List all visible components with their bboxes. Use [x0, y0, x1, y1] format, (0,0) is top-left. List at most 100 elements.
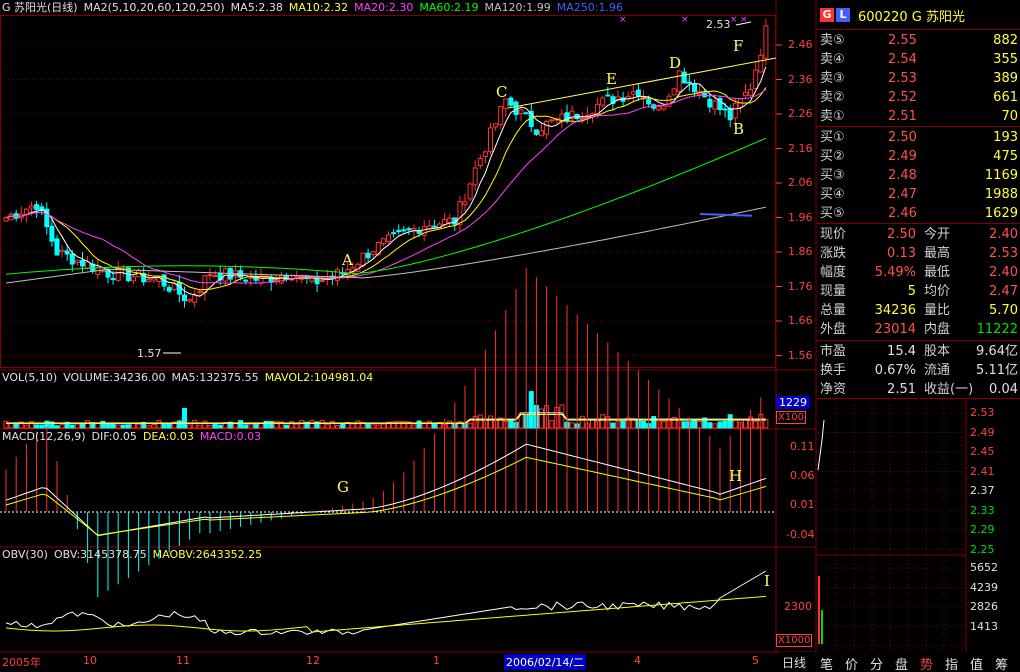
volume-bar — [539, 408, 544, 429]
bid-volume: 1169 — [984, 168, 1018, 183]
volume-bar — [131, 423, 136, 429]
obv-axis-unit: X1000 — [776, 634, 813, 647]
label-i: I — [764, 572, 770, 590]
volume-bar — [365, 423, 371, 429]
fund-value: 15.4 — [887, 344, 916, 359]
tab-6[interactable]: 值 — [970, 654, 983, 672]
ma20-value: MA20:2.30 — [354, 1, 414, 14]
tab-2[interactable]: 分 — [870, 654, 883, 672]
candle-body — [13, 213, 19, 219]
bid-row: 买③ 2.48 1169 — [820, 166, 1018, 185]
candle-body — [386, 234, 391, 243]
candle-body — [197, 290, 203, 294]
price-tick: 2.16 — [788, 141, 813, 155]
fund-label: 股本 — [924, 344, 951, 359]
volume-bar — [416, 420, 422, 429]
volume-bar — [590, 418, 595, 429]
vol-mavol2: MAVOL2:104981.04 — [264, 371, 374, 384]
candle-body — [630, 91, 636, 95]
volume-bar — [74, 423, 80, 429]
volume-bar — [161, 423, 167, 429]
candle-body — [335, 269, 340, 281]
candle-body — [498, 106, 504, 126]
stat-label: 均价 — [924, 284, 951, 299]
tab-7[interactable]: 筹 — [995, 654, 1008, 672]
volume-bar — [217, 424, 223, 429]
candle-body — [646, 99, 652, 105]
badge-l: L — [836, 8, 850, 22]
quote-title-bar: G L 600220 G 苏阳光 — [816, 0, 1020, 30]
intraday-volume-bar — [821, 610, 823, 644]
x-axis-label: 10 — [83, 654, 97, 667]
tab-1[interactable]: 价 — [845, 654, 858, 672]
stat-label: 今开 — [924, 227, 951, 242]
mini-price-tick: 2.29 — [970, 523, 995, 536]
macd-header: MACD(12,26,9) DIF:0.05 DEA:0.03 MACD:0.03 — [2, 430, 267, 444]
period-tab[interactable]: 日线 — [782, 654, 806, 671]
candle-body — [212, 274, 218, 277]
volume-bar — [309, 419, 315, 429]
candle-body — [692, 83, 697, 93]
ask-price: 2.54 — [888, 52, 917, 67]
candle-body — [360, 252, 366, 266]
volume-bar — [197, 424, 203, 429]
bid-volume: 1629 — [984, 206, 1018, 221]
label-b: B — [733, 120, 745, 138]
candle-body — [533, 129, 539, 135]
candle-body — [3, 217, 9, 222]
ask-volume: 355 — [993, 52, 1018, 67]
volume-bar — [600, 414, 606, 429]
stat-label: 现价 — [820, 227, 847, 242]
volume-bar — [3, 420, 9, 429]
candle-body — [753, 69, 759, 89]
candle-body — [523, 112, 529, 115]
divider — [816, 340, 1020, 341]
x-axis-label: 11 — [176, 654, 190, 667]
volume-bar — [125, 424, 131, 429]
stat-row: 外盘 23014 内盘 11222 — [820, 320, 1018, 339]
cursor-date: 2006/02/14/二 — [504, 654, 587, 670]
volume-bar — [447, 420, 453, 429]
volume-bar — [569, 422, 575, 429]
candle-body — [207, 274, 213, 277]
candle-body — [401, 229, 407, 232]
volume-bar — [319, 420, 325, 429]
mini-price-tick: 2.49 — [970, 425, 995, 439]
label-e: E — [606, 70, 617, 88]
candle-body — [518, 109, 524, 115]
ma5-value: MA5:2.38 — [230, 1, 283, 14]
fund-row: 市盈 15.4 股本 9.64亿 — [820, 342, 1018, 361]
macd-tick: 0.06 — [790, 469, 815, 482]
volume-bar — [263, 420, 269, 429]
tab-0[interactable]: 笔 — [820, 654, 833, 672]
candle-body — [748, 89, 754, 96]
stat-value: 2.40 — [989, 227, 1018, 242]
candle-body — [462, 201, 468, 206]
fund-value: 2.51 — [887, 382, 916, 397]
label-g: G — [337, 478, 349, 496]
tab-5[interactable]: 指 — [945, 654, 958, 672]
volume-bar — [243, 424, 249, 429]
ask-label: 卖① — [820, 109, 845, 124]
volume-bar — [110, 423, 116, 429]
volume-bar — [763, 418, 769, 429]
volume-bar — [59, 424, 65, 429]
volume-bar — [212, 422, 218, 429]
tab-4[interactable]: 势 — [920, 654, 933, 672]
ask-row: 卖⑤ 2.55 882 — [820, 31, 1018, 50]
label-h: H — [729, 467, 743, 485]
volume-bar — [732, 419, 738, 429]
fund-value: 0.67% — [874, 363, 916, 378]
volume-bar — [335, 425, 340, 429]
candle-body — [131, 276, 136, 282]
stat-label: 量比 — [924, 303, 951, 318]
candle-body — [605, 94, 611, 97]
intraday-volume-bar — [818, 576, 820, 644]
candle-body — [80, 260, 85, 267]
tab-3[interactable]: 盘 — [895, 654, 908, 672]
fund-label: 流通 — [924, 363, 951, 378]
candle-body — [447, 217, 453, 224]
candle-body — [34, 204, 40, 211]
obv-header: OBV(30) OBV:3145378.75 MAOBV:2643352.25 — [2, 548, 268, 562]
price-tick: 2.26 — [788, 107, 813, 120]
